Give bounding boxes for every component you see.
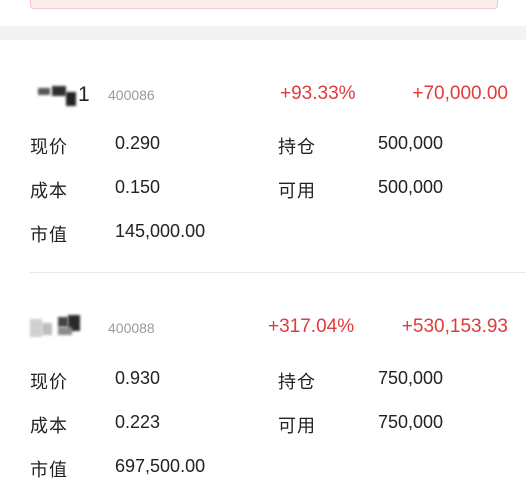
position-value: 500,000: [378, 133, 444, 153]
cost-label: 成本: [30, 416, 68, 436]
cost-label: 成本: [30, 181, 68, 201]
price-label: 现价: [30, 372, 68, 392]
pct-change: +93.33%: [280, 83, 356, 104]
stock-name-obscured: 1: [30, 80, 100, 110]
market-value-label: 市值: [30, 460, 68, 480]
market-value: 145,000.00: [115, 221, 206, 241]
holding-header: 400088 +317.04% +530,153.93: [30, 313, 508, 343]
top-banner: [30, 0, 498, 9]
holding-header: 1 400086 +93.33% +70,000.00: [30, 80, 508, 110]
section-separator: [0, 26, 526, 40]
available-value: 500,000: [378, 177, 444, 197]
stock-code: 400088: [108, 320, 155, 336]
pct-change: +317.04%: [268, 316, 355, 337]
price-value: 0.290: [115, 133, 161, 153]
available-label: 可用: [278, 416, 316, 436]
stock-name-suffix: 1: [78, 83, 90, 106]
profit-amount: +70,000.00: [412, 83, 508, 104]
market-value: 697,500.00: [115, 456, 206, 476]
holding-card[interactable]: 400088 +317.04% +530,153.93 现价 0.930 持仓 …: [0, 273, 526, 500]
available-value: 750,000: [378, 412, 444, 432]
available-label: 可用: [278, 181, 316, 201]
price-label: 现价: [30, 137, 68, 157]
position-label: 持仓: [278, 137, 316, 157]
stock-code: 400086: [108, 87, 155, 103]
position-label: 持仓: [278, 372, 316, 392]
market-value-label: 市值: [30, 225, 68, 245]
price-value: 0.930: [115, 368, 161, 388]
cost-value: 0.223: [115, 412, 161, 432]
stock-name-obscured: [30, 313, 100, 343]
cost-value: 0.150: [115, 177, 161, 197]
holding-card[interactable]: 1 400086 +93.33% +70,000.00 现价 0.290 持仓 …: [0, 40, 526, 272]
profit-amount: +530,153.93: [401, 316, 508, 337]
position-value: 750,000: [378, 368, 444, 388]
